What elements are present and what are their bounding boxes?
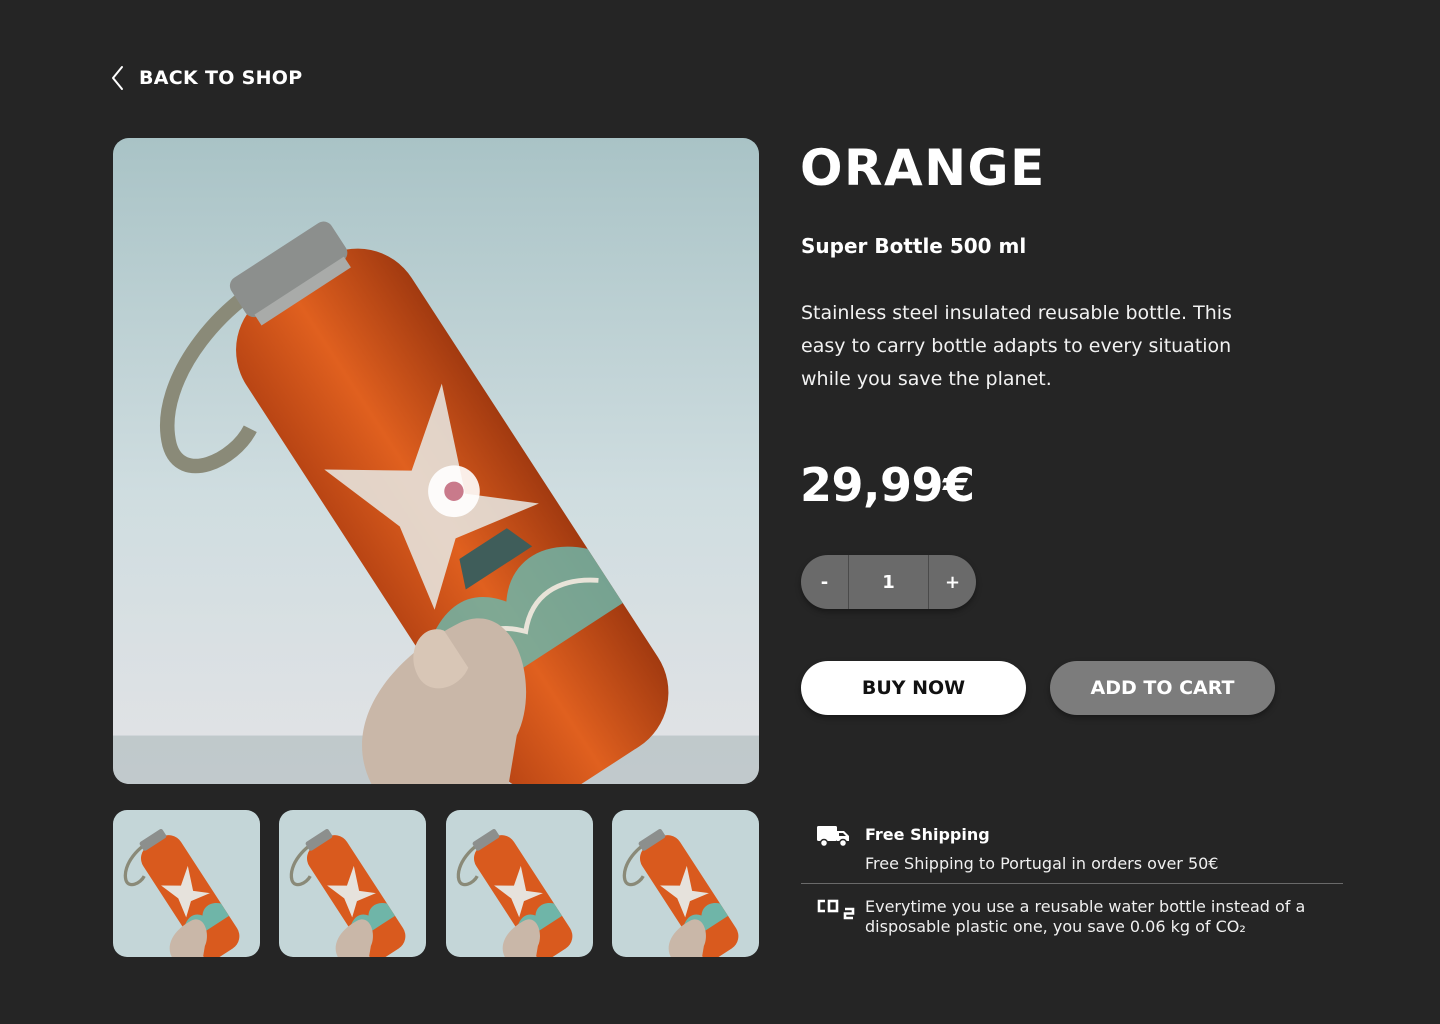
thumbnail-4[interactable] xyxy=(611,810,759,957)
quantity-stepper: - 1 + xyxy=(801,555,976,609)
truck-icon xyxy=(817,826,849,848)
thumbnail-2[interactable] xyxy=(279,810,427,957)
product-title: ORANGE xyxy=(800,139,1046,197)
shipping-info: Free Shipping Free Shipping to Portugal … xyxy=(801,820,1343,884)
add-to-cart-button[interactable]: ADD TO CART xyxy=(1050,661,1275,715)
back-to-shop-label: BACK TO SHOP xyxy=(139,67,303,89)
co2-text: Everytime you use a reusable water bottl… xyxy=(865,897,1306,936)
quantity-decrement-button[interactable]: - xyxy=(801,555,848,609)
product-main-image xyxy=(113,138,759,784)
product-price: 29,99€ xyxy=(800,458,975,512)
thumbnail-gallery xyxy=(113,810,759,957)
chevron-left-icon xyxy=(112,66,123,90)
product-subtitle: Super Bottle 500 ml xyxy=(801,234,1027,258)
shipping-text: Free Shipping to Portugal in orders over… xyxy=(865,854,1219,873)
quantity-value[interactable]: 1 xyxy=(848,555,929,609)
shipping-title: Free Shipping xyxy=(865,825,990,844)
product-description: Stainless steel insulated reusable bottl… xyxy=(801,302,1232,390)
back-to-shop-link[interactable]: BACK TO SHOP xyxy=(108,64,302,92)
quantity-increment-button[interactable]: + xyxy=(929,555,976,609)
thumbnail-3[interactable] xyxy=(445,810,593,957)
buy-now-button[interactable]: BUY NOW xyxy=(801,661,1026,715)
co2-icon xyxy=(817,899,855,920)
thumbnail-1[interactable] xyxy=(113,810,260,957)
